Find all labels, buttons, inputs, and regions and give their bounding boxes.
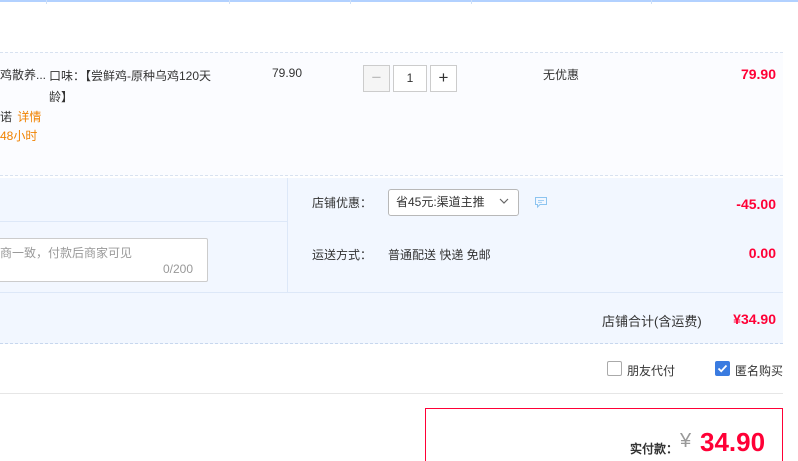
quantity-increase-button[interactable]: + (430, 65, 457, 92)
shop-discount-amount: -45.00 (736, 196, 776, 212)
service-label: 诺 (0, 110, 13, 124)
header-tick (471, 0, 472, 4)
quantity-decrease-button[interactable]: − (363, 65, 390, 92)
unit-price: 79.90 (272, 66, 303, 80)
comment-icon[interactable] (534, 196, 548, 209)
shop-subtotal-label: 店铺合计(含运费) (602, 314, 702, 329)
item-spec: 口味：【尝鲜鸡-原种乌鸡120天龄】 (49, 69, 212, 104)
currency-symbol: ¥ (680, 430, 692, 452)
shipping-amount: 0.00 (748, 245, 776, 261)
check-icon (717, 364, 728, 373)
chevron-down-icon (499, 198, 509, 204)
seller-message-placeholder: 商一致，付款后商家可见 (0, 246, 133, 260)
shop-discount-label: 店铺优惠： (312, 196, 373, 210)
friend-pay-label[interactable]: 朋友代付 (627, 362, 675, 379)
anonymous-buy-checkbox[interactable] (715, 361, 730, 376)
item-title-link[interactable]: 鸡散养... (0, 66, 46, 83)
panel-divider (0, 221, 287, 222)
delivery-time-tag: 48小时 (0, 129, 38, 143)
anonymous-buy-label[interactable]: 匿名购买 (735, 362, 783, 379)
section-divider (0, 393, 783, 394)
shop-subtotal-value: ¥34.90 (733, 311, 776, 327)
actual-payment-label: 实付款： (630, 442, 679, 456)
friend-pay-checkbox[interactable] (607, 361, 622, 376)
actual-payment-amount: 34.90 (700, 427, 766, 457)
item-total-price: 79.90 (740, 66, 776, 82)
header-tick (350, 0, 351, 4)
service-detail-link[interactable]: 详情 (17, 110, 41, 124)
header-tick (46, 0, 47, 4)
quantity-stepper: − 1 + (363, 65, 457, 92)
item-service-tag: 诺 详情 (0, 108, 41, 125)
table-header-strip (0, 0, 798, 4)
panel-divider (287, 178, 288, 293)
quantity-input[interactable]: 1 (393, 65, 427, 92)
shipping-method: 普通配送 快递 免邮 (388, 248, 491, 262)
message-char-count: 0/200 (163, 262, 194, 276)
header-tick (229, 0, 230, 4)
shipping-label: 运送方式： (312, 248, 373, 262)
item-discount: 无优惠 (543, 68, 580, 82)
header-tick (651, 0, 652, 4)
panel-divider (0, 292, 783, 293)
